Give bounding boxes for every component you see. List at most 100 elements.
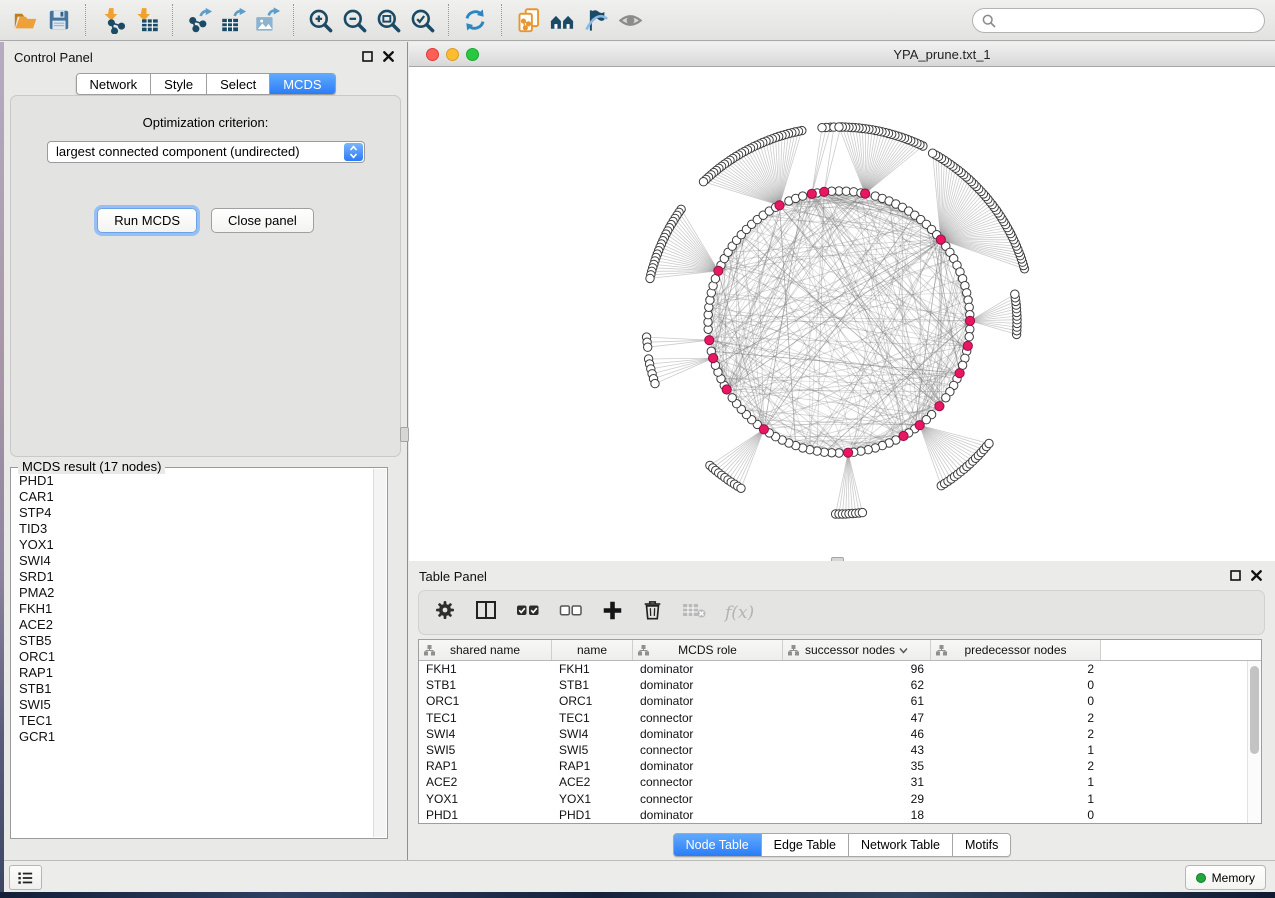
list-item[interactable]: STB1	[19, 681, 365, 697]
maximize-window-icon[interactable]	[466, 48, 479, 61]
show-column-panel-icon[interactable]	[475, 600, 497, 625]
tab-edge-table[interactable]: Edge Table	[762, 833, 849, 857]
column-type-icon	[936, 645, 947, 656]
list-item[interactable]: GCR1	[19, 729, 365, 745]
table-row[interactable]: SWI4SWI4dominator462	[419, 726, 1261, 742]
table-row[interactable]: YOX1YOX1connector291	[419, 791, 1261, 807]
table-cell: 0	[931, 678, 1101, 692]
list-item[interactable]: SWI5	[19, 697, 365, 713]
mcds-list-scrollbar[interactable]	[373, 469, 386, 837]
list-item[interactable]: CAR1	[19, 489, 365, 505]
column-header-successor-nodes[interactable]: successor nodes	[783, 640, 931, 660]
table-cell: ORC1	[419, 694, 552, 708]
table-row[interactable]: ACE2ACE2connector311	[419, 774, 1261, 790]
select-all-icon[interactable]	[516, 600, 540, 625]
zoom-selected-icon[interactable]	[405, 4, 439, 36]
clone-network-icon[interactable]	[511, 4, 545, 36]
save-session-icon[interactable]	[42, 4, 76, 36]
table-cell: 2	[931, 711, 1101, 725]
list-item[interactable]: TEC1	[19, 713, 365, 729]
control-panel-title: Control Panel	[14, 50, 93, 65]
table-cell: ACE2	[419, 775, 552, 789]
open-file-icon[interactable]	[8, 4, 42, 36]
list-item[interactable]: RAP1	[19, 665, 365, 681]
unselect-all-icon[interactable]	[559, 600, 583, 625]
sort-desc-icon	[899, 647, 908, 654]
criterion-select[interactable]: largest connected component (undirected)	[47, 141, 365, 163]
float-panel-icon[interactable]	[1230, 570, 1241, 581]
table-row[interactable]: STB1STB1dominator620	[419, 677, 1261, 693]
column-header-name[interactable]: name	[552, 640, 633, 660]
tab-network-table[interactable]: Network Table	[849, 833, 953, 857]
list-item[interactable]: PHD1	[19, 473, 365, 489]
network-graph[interactable]	[409, 67, 1275, 561]
hide-selected-icon[interactable]	[579, 4, 613, 36]
table-cell: dominator	[633, 662, 783, 676]
vertical-splitter-handle[interactable]	[400, 427, 409, 442]
tab-style[interactable]: Style	[150, 74, 206, 94]
zoom-out-icon[interactable]	[337, 4, 371, 36]
network-canvas[interactable]	[409, 67, 1275, 561]
list-item[interactable]: FKH1	[19, 601, 365, 617]
delete-column-icon[interactable]	[642, 599, 663, 626]
minimize-window-icon[interactable]	[446, 48, 459, 61]
list-item[interactable]: ORC1	[19, 649, 365, 665]
table-row[interactable]: FKH1FKH1dominator962	[419, 661, 1261, 677]
export-image-icon[interactable]	[250, 4, 284, 36]
list-item[interactable]: STP4	[19, 505, 365, 521]
list-item[interactable]: SWI4	[19, 553, 365, 569]
column-header-predecessor-nodes[interactable]: predecessor nodes	[931, 640, 1101, 660]
refresh-icon[interactable]	[458, 4, 492, 36]
table-row[interactable]: PHD1PHD1dominator180	[419, 807, 1261, 823]
column-header-mcds-role[interactable]: MCDS role	[633, 640, 783, 660]
table-cell: 62	[783, 678, 931, 692]
float-panel-icon[interactable]	[362, 51, 373, 62]
table-scrollbar-thumb[interactable]	[1250, 666, 1259, 754]
tab-network[interactable]: Network	[76, 74, 150, 94]
tab-node-table[interactable]: Node Table	[673, 833, 762, 857]
column-header-filler	[1101, 640, 1261, 660]
table-row[interactable]: TEC1TEC1connector472	[419, 710, 1261, 726]
table-cell: connector	[633, 775, 783, 789]
close-panel-button[interactable]: Close panel	[211, 208, 314, 233]
list-item[interactable]: ACE2	[19, 617, 365, 633]
close-window-icon[interactable]	[426, 48, 439, 61]
tab-mcds[interactable]: MCDS	[269, 74, 334, 94]
list-item[interactable]: TID3	[19, 521, 365, 537]
table-cell: 1	[931, 792, 1101, 806]
table-settings-gear-icon[interactable]	[434, 599, 456, 626]
run-mcds-button[interactable]: Run MCDS	[97, 208, 197, 233]
table-cell: 0	[931, 694, 1101, 708]
import-network-icon[interactable]	[95, 4, 129, 36]
table-row[interactable]: SWI5SWI5connector431	[419, 742, 1261, 758]
export-table-icon[interactable]	[216, 4, 250, 36]
table-row[interactable]: RAP1RAP1dominator352	[419, 758, 1261, 774]
delete-table-icon-disabled	[682, 601, 706, 624]
zoom-in-icon[interactable]	[303, 4, 337, 36]
control-panel-tabs: NetworkStyleSelectMCDS	[75, 73, 335, 95]
show-all-icon[interactable]	[613, 4, 647, 36]
first-neighbors-icon[interactable]	[545, 4, 579, 36]
close-panel-icon[interactable]	[1251, 570, 1262, 581]
search-box[interactable]	[972, 8, 1265, 33]
network-window-titlebar: YPA_prune.txt_1	[409, 42, 1275, 67]
show-panels-list-button[interactable]	[9, 865, 42, 890]
table-scrollbar[interactable]	[1247, 661, 1261, 823]
search-input[interactable]	[1001, 11, 1264, 30]
import-table-icon[interactable]	[129, 4, 163, 36]
close-panel-icon[interactable]	[383, 51, 394, 62]
tab-motifs[interactable]: Motifs	[953, 833, 1011, 857]
list-item[interactable]: STB5	[19, 633, 365, 649]
mcds-result-list: PHD1CAR1STP4TID3YOX1SWI4SRD1PMA2FKH1ACE2…	[13, 471, 371, 836]
list-item[interactable]: PMA2	[19, 585, 365, 601]
memory-button[interactable]: Memory	[1185, 865, 1266, 890]
list-item[interactable]: SRD1	[19, 569, 365, 585]
list-item[interactable]: YOX1	[19, 537, 365, 553]
select-spinner-icon	[344, 143, 363, 161]
export-network-icon[interactable]	[182, 4, 216, 36]
column-header-shared-name[interactable]: shared name	[419, 640, 552, 660]
add-column-icon[interactable]	[602, 600, 623, 626]
zoom-fit-icon[interactable]	[371, 4, 405, 36]
table-row[interactable]: ORC1ORC1dominator610	[419, 693, 1261, 709]
tab-select[interactable]: Select	[206, 74, 269, 94]
